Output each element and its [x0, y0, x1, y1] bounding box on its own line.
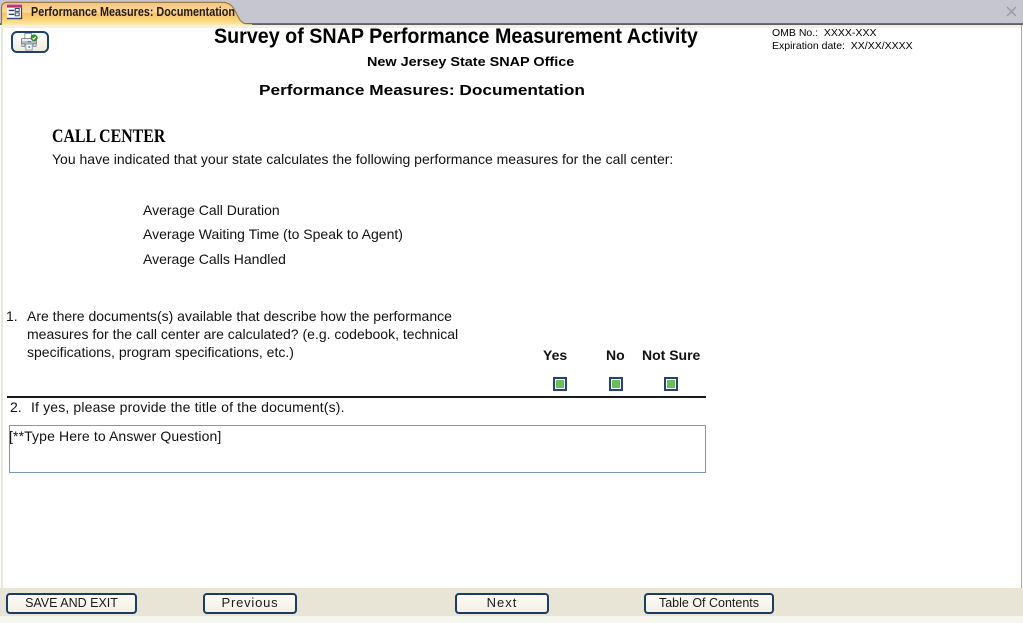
svg-text:Performance Measures: Document: Performance Measures: Documentation [31, 4, 235, 19]
